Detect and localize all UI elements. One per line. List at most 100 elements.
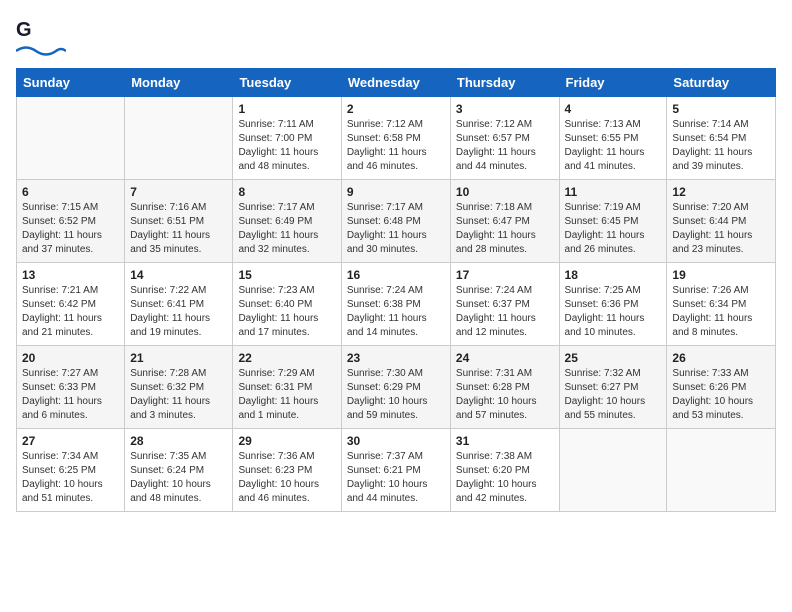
logo-wave bbox=[16, 44, 66, 58]
day-number: 28 bbox=[130, 434, 227, 448]
day-number: 19 bbox=[672, 268, 770, 282]
calendar-cell: 8 Sunrise: 7:17 AM Sunset: 6:49 PM Daylig… bbox=[233, 180, 341, 263]
day-number: 26 bbox=[672, 351, 770, 365]
day-info: Sunrise: 7:16 AM Sunset: 6:51 PM Dayligh… bbox=[130, 201, 227, 257]
calendar-cell: 19Sunrise: 7:26 AM Sunset: 6:34 PM Dayli… bbox=[667, 263, 776, 346]
calendar-cell: 7 Sunrise: 7:16 AM Sunset: 6:51 PM Daylig… bbox=[125, 180, 233, 263]
day-number: 1 bbox=[238, 102, 335, 116]
calendar-cell: 31 Sunrise: 7:38 AM Sunset: 6:20 PM Dayli… bbox=[450, 429, 559, 512]
day-info: Sunrise: 7:31 AM Sunset: 6:28 PM Dayligh… bbox=[456, 367, 554, 423]
calendar-cell: 12Sunrise: 7:20 AM Sunset: 6:44 PM Dayli… bbox=[667, 180, 776, 263]
day-number: 7 bbox=[130, 185, 227, 199]
day-info: Sunrise: 7:18 AM Sunset: 6:47 PM Dayligh… bbox=[456, 201, 554, 257]
calendar-cell: 18 Sunrise: 7:25 AM Sunset: 6:36 PM Dayli… bbox=[559, 263, 667, 346]
day-info: Sunrise: 7:30 AM Sunset: 6:29 PM Dayligh… bbox=[347, 367, 445, 423]
day-number: 22 bbox=[238, 351, 335, 365]
day-info: Sunrise: 7:36 AM Sunset: 6:23 PM Dayligh… bbox=[238, 450, 335, 506]
day-number: 21 bbox=[130, 351, 227, 365]
calendar-cell bbox=[125, 97, 233, 180]
weekday-header: Monday bbox=[125, 69, 233, 97]
day-number: 16 bbox=[347, 268, 445, 282]
weekday-header: Sunday bbox=[17, 69, 125, 97]
day-number: 23 bbox=[347, 351, 445, 365]
day-number: 5 bbox=[672, 102, 770, 116]
calendar-cell: 9 Sunrise: 7:17 AM Sunset: 6:48 PM Daylig… bbox=[341, 180, 450, 263]
day-info: Sunrise: 7:19 AM Sunset: 6:45 PM Dayligh… bbox=[565, 201, 662, 257]
calendar-cell: 24 Sunrise: 7:31 AM Sunset: 6:28 PM Dayli… bbox=[450, 346, 559, 429]
calendar-cell bbox=[17, 97, 125, 180]
calendar-cell: 25Sunrise: 7:32 AM Sunset: 6:27 PM Dayli… bbox=[559, 346, 667, 429]
day-info: Sunrise: 7:29 AM Sunset: 6:31 PM Dayligh… bbox=[238, 367, 335, 423]
day-info: Sunrise: 7:33 AM Sunset: 6:26 PM Dayligh… bbox=[672, 367, 770, 423]
day-number: 29 bbox=[238, 434, 335, 448]
day-info: Sunrise: 7:17 AM Sunset: 6:48 PM Dayligh… bbox=[347, 201, 445, 257]
day-number: 12 bbox=[672, 185, 770, 199]
day-number: 30 bbox=[347, 434, 445, 448]
day-number: 20 bbox=[22, 351, 119, 365]
day-info: Sunrise: 7:11 AM Sunset: 7:00 PM Dayligh… bbox=[238, 118, 335, 174]
calendar-week-row: 20 Sunrise: 7:27 AM Sunset: 6:33 PM Dayli… bbox=[17, 346, 776, 429]
calendar-week-row: 13Sunrise: 7:21 AM Sunset: 6:42 PM Dayli… bbox=[17, 263, 776, 346]
calendar-cell: 27Sunrise: 7:34 AM Sunset: 6:25 PM Dayli… bbox=[17, 429, 125, 512]
day-number: 3 bbox=[456, 102, 554, 116]
day-number: 18 bbox=[565, 268, 662, 282]
day-number: 2 bbox=[347, 102, 445, 116]
day-info: Sunrise: 7:17 AM Sunset: 6:49 PM Dayligh… bbox=[238, 201, 335, 257]
logo-icon: G bbox=[16, 16, 44, 44]
day-info: Sunrise: 7:27 AM Sunset: 6:33 PM Dayligh… bbox=[22, 367, 119, 423]
calendar-cell: 1 Sunrise: 7:11 AM Sunset: 7:00 PM Daylig… bbox=[233, 97, 341, 180]
day-info: Sunrise: 7:23 AM Sunset: 6:40 PM Dayligh… bbox=[238, 284, 335, 340]
day-number: 8 bbox=[238, 185, 335, 199]
calendar-cell: 23 Sunrise: 7:30 AM Sunset: 6:29 PM Dayli… bbox=[341, 346, 450, 429]
calendar-cell: 5Sunrise: 7:14 AM Sunset: 6:54 PM Daylig… bbox=[667, 97, 776, 180]
day-info: Sunrise: 7:12 AM Sunset: 6:57 PM Dayligh… bbox=[456, 118, 554, 174]
day-info: Sunrise: 7:22 AM Sunset: 6:41 PM Dayligh… bbox=[130, 284, 227, 340]
calendar-cell: 15 Sunrise: 7:23 AM Sunset: 6:40 PM Dayli… bbox=[233, 263, 341, 346]
day-number: 17 bbox=[456, 268, 554, 282]
calendar-cell: 16Sunrise: 7:24 AM Sunset: 6:38 PM Dayli… bbox=[341, 263, 450, 346]
weekday-header: Tuesday bbox=[233, 69, 341, 97]
calendar-cell bbox=[667, 429, 776, 512]
calendar-cell bbox=[559, 429, 667, 512]
calendar-cell: 21 Sunrise: 7:28 AM Sunset: 6:32 PM Dayli… bbox=[125, 346, 233, 429]
day-info: Sunrise: 7:15 AM Sunset: 6:52 PM Dayligh… bbox=[22, 201, 119, 257]
logo: G bbox=[16, 16, 66, 58]
calendar-cell: 10 Sunrise: 7:18 AM Sunset: 6:47 PM Dayli… bbox=[450, 180, 559, 263]
day-info: Sunrise: 7:12 AM Sunset: 6:58 PM Dayligh… bbox=[347, 118, 445, 174]
day-info: Sunrise: 7:13 AM Sunset: 6:55 PM Dayligh… bbox=[565, 118, 662, 174]
day-number: 31 bbox=[456, 434, 554, 448]
weekday-header: Saturday bbox=[667, 69, 776, 97]
page-header: G bbox=[16, 16, 776, 58]
svg-text:G: G bbox=[16, 19, 32, 41]
weekday-header: Wednesday bbox=[341, 69, 450, 97]
calendar-cell: 13Sunrise: 7:21 AM Sunset: 6:42 PM Dayli… bbox=[17, 263, 125, 346]
day-number: 10 bbox=[456, 185, 554, 199]
day-info: Sunrise: 7:28 AM Sunset: 6:32 PM Dayligh… bbox=[130, 367, 227, 423]
day-number: 15 bbox=[238, 268, 335, 282]
calendar-cell: 4Sunrise: 7:13 AM Sunset: 6:55 PM Daylig… bbox=[559, 97, 667, 180]
calendar-header-row: SundayMondayTuesdayWednesdayThursdayFrid… bbox=[17, 69, 776, 97]
calendar-cell: 11Sunrise: 7:19 AM Sunset: 6:45 PM Dayli… bbox=[559, 180, 667, 263]
day-info: Sunrise: 7:25 AM Sunset: 6:36 PM Dayligh… bbox=[565, 284, 662, 340]
day-number: 24 bbox=[456, 351, 554, 365]
calendar-cell: 6 Sunrise: 7:15 AM Sunset: 6:52 PM Daylig… bbox=[17, 180, 125, 263]
calendar-cell: 26 Sunrise: 7:33 AM Sunset: 6:26 PM Dayli… bbox=[667, 346, 776, 429]
calendar-week-row: 6 Sunrise: 7:15 AM Sunset: 6:52 PM Daylig… bbox=[17, 180, 776, 263]
calendar-table: SundayMondayTuesdayWednesdayThursdayFrid… bbox=[16, 68, 776, 512]
day-number: 6 bbox=[22, 185, 119, 199]
calendar-cell: 14 Sunrise: 7:22 AM Sunset: 6:41 PM Dayli… bbox=[125, 263, 233, 346]
calendar-cell: 29 Sunrise: 7:36 AM Sunset: 6:23 PM Dayli… bbox=[233, 429, 341, 512]
day-number: 14 bbox=[130, 268, 227, 282]
calendar-cell: 17 Sunrise: 7:24 AM Sunset: 6:37 PM Dayli… bbox=[450, 263, 559, 346]
day-info: Sunrise: 7:24 AM Sunset: 6:37 PM Dayligh… bbox=[456, 284, 554, 340]
calendar-cell: 20 Sunrise: 7:27 AM Sunset: 6:33 PM Dayli… bbox=[17, 346, 125, 429]
day-info: Sunrise: 7:38 AM Sunset: 6:20 PM Dayligh… bbox=[456, 450, 554, 506]
calendar-cell: 28Sunrise: 7:35 AM Sunset: 6:24 PM Dayli… bbox=[125, 429, 233, 512]
day-info: Sunrise: 7:32 AM Sunset: 6:27 PM Dayligh… bbox=[565, 367, 662, 423]
calendar-week-row: 27Sunrise: 7:34 AM Sunset: 6:25 PM Dayli… bbox=[17, 429, 776, 512]
day-number: 13 bbox=[22, 268, 119, 282]
day-number: 9 bbox=[347, 185, 445, 199]
calendar-cell: 2 Sunrise: 7:12 AM Sunset: 6:58 PM Daylig… bbox=[341, 97, 450, 180]
calendar-week-row: 1 Sunrise: 7:11 AM Sunset: 7:00 PM Daylig… bbox=[17, 97, 776, 180]
day-info: Sunrise: 7:34 AM Sunset: 6:25 PM Dayligh… bbox=[22, 450, 119, 506]
